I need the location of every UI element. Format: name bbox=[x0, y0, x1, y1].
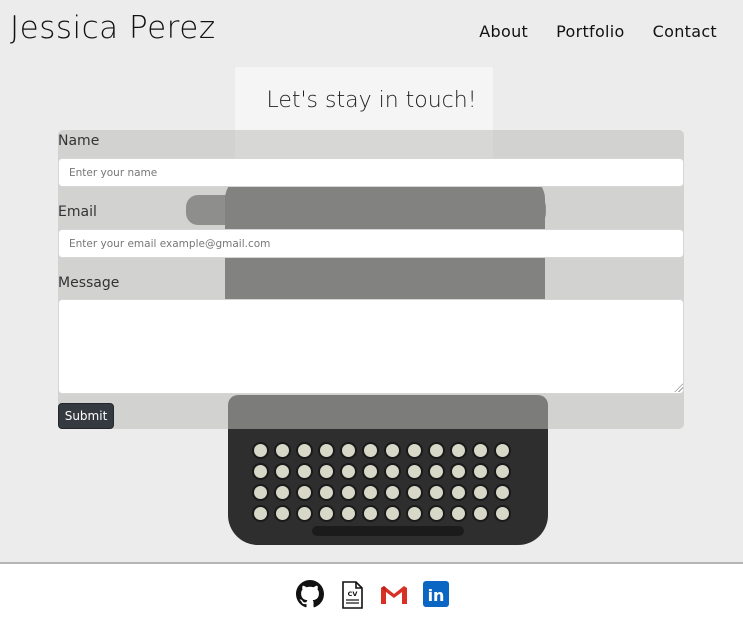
email-input[interactable] bbox=[58, 229, 684, 258]
cv-document-icon[interactable]: CV bbox=[338, 580, 366, 609]
linkedin-label: in bbox=[428, 586, 445, 605]
cv-label: CV bbox=[348, 590, 358, 598]
resize-handle[interactable] bbox=[674, 383, 683, 392]
nav-contact[interactable]: Contact bbox=[653, 22, 717, 41]
gmail-icon[interactable] bbox=[380, 580, 408, 608]
name-input[interactable] bbox=[58, 158, 684, 187]
main-nav: About Portfolio Contact bbox=[479, 22, 717, 41]
name-label: Name bbox=[58, 133, 100, 149]
footer: CV in bbox=[0, 562, 743, 622]
nav-about[interactable]: About bbox=[479, 22, 528, 41]
github-icon[interactable] bbox=[296, 580, 324, 608]
site-brand[interactable]: Jessica Perez bbox=[10, 10, 216, 46]
submit-button[interactable]: Submit bbox=[58, 403, 114, 429]
message-label: Message bbox=[58, 275, 120, 291]
linkedin-icon[interactable]: in bbox=[422, 580, 450, 608]
email-label: Email bbox=[58, 204, 97, 220]
contact-heading: Let's stay in touch! bbox=[266, 88, 477, 113]
typewriter-spacebar bbox=[312, 526, 464, 536]
message-textarea[interactable] bbox=[58, 299, 684, 394]
social-links: CV in bbox=[296, 580, 450, 609]
typewriter-keys bbox=[252, 442, 532, 526]
nav-portfolio[interactable]: Portfolio bbox=[556, 22, 625, 41]
